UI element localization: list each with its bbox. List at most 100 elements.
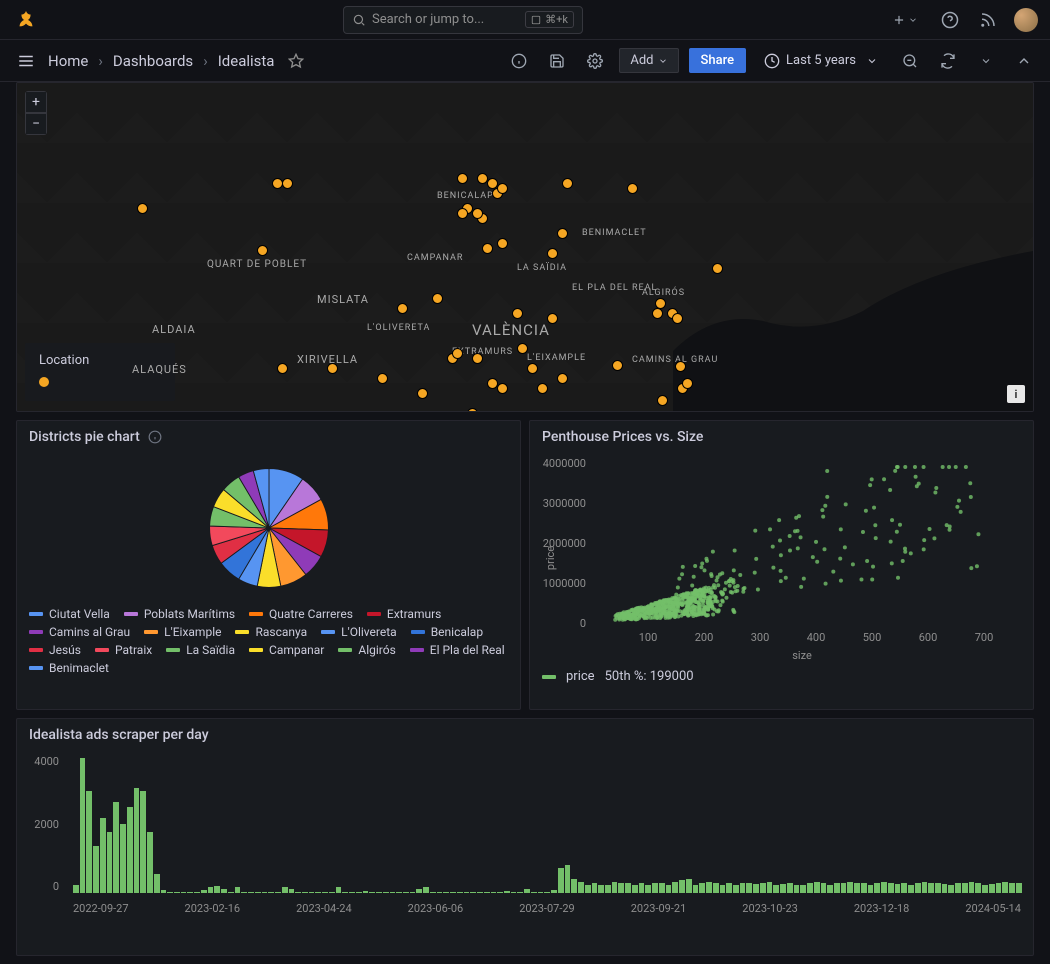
bar[interactable]	[551, 890, 557, 893]
bar[interactable]	[693, 885, 699, 893]
bar[interactable]	[652, 883, 658, 893]
bar[interactable]	[174, 892, 180, 893]
bar[interactable]	[491, 892, 497, 893]
legend-item[interactable]: Poblats Marítims	[124, 607, 235, 621]
bar[interactable]	[713, 883, 719, 893]
bar[interactable]	[437, 892, 443, 893]
star-icon[interactable]	[288, 53, 304, 69]
map-point[interactable]	[712, 263, 723, 274]
create-menu[interactable]	[886, 11, 924, 29]
legend-item[interactable]: El Pla del Real	[410, 643, 505, 657]
bar[interactable]	[255, 892, 261, 893]
bar[interactable]	[134, 788, 140, 893]
bar[interactable]	[592, 883, 598, 893]
bar[interactable]	[517, 892, 523, 893]
legend-item[interactable]: Patraix	[95, 643, 152, 657]
bar[interactable]	[565, 865, 571, 893]
bar[interactable]	[807, 883, 813, 893]
bar[interactable]	[187, 892, 193, 893]
bar[interactable]	[167, 892, 173, 893]
bar[interactable]	[996, 883, 1002, 893]
bar[interactable]	[235, 887, 241, 893]
map-point[interactable]	[327, 363, 338, 374]
bar[interactable]	[773, 885, 779, 893]
panel-info-icon[interactable]	[505, 47, 533, 75]
map-point[interactable]	[457, 208, 468, 219]
bar[interactable]	[295, 892, 301, 893]
bar[interactable]	[645, 885, 651, 893]
search-input[interactable]: Search or jump to... ⌘+k	[343, 6, 583, 34]
bar[interactable]	[827, 885, 833, 893]
bar[interactable]	[127, 807, 133, 893]
bar[interactable]	[935, 883, 941, 893]
bar[interactable]	[201, 890, 207, 893]
bar[interactable]	[760, 883, 766, 893]
map-point[interactable]	[557, 373, 568, 384]
map-point[interactable]	[452, 348, 463, 359]
bar[interactable]	[1009, 883, 1015, 893]
news-icon[interactable]	[976, 8, 1000, 32]
bar[interactable]	[841, 883, 847, 893]
bar[interactable]	[928, 883, 934, 893]
bar[interactable]	[800, 885, 806, 893]
bar[interactable]	[659, 883, 665, 893]
bar[interactable]	[484, 892, 490, 893]
bar[interactable]	[531, 892, 537, 893]
zoom-out[interactable]: −	[25, 113, 47, 135]
bar[interactable]	[538, 892, 544, 893]
map-point[interactable]	[377, 373, 388, 384]
map-point[interactable]	[482, 243, 493, 254]
user-avatar[interactable]	[1014, 8, 1038, 32]
bar[interactable]	[922, 882, 928, 893]
map-point[interactable]	[672, 313, 683, 324]
bar[interactable]	[181, 892, 187, 893]
bar[interactable]	[80, 758, 86, 893]
map-point[interactable]	[417, 388, 428, 399]
bar[interactable]	[989, 884, 995, 893]
bar[interactable]	[107, 832, 113, 893]
crumb-dashboards[interactable]: Dashboards	[113, 52, 193, 70]
bar[interactable]	[275, 892, 281, 893]
zoom-out-icon[interactable]	[896, 47, 924, 75]
legend-item[interactable]: Benimaclet	[29, 661, 109, 675]
bar[interactable]	[847, 882, 853, 893]
map-point[interactable]	[657, 395, 668, 406]
map-point[interactable]	[562, 178, 573, 189]
crumb-home[interactable]: Home	[48, 52, 88, 70]
bar[interactable]	[423, 887, 429, 893]
bar[interactable]	[901, 883, 907, 893]
bar[interactable]	[578, 882, 584, 893]
map[interactable]: + − Location i VALÈNCIAMislataXirivellaA…	[17, 83, 1033, 411]
bar[interactable]	[733, 885, 739, 893]
bar[interactable]	[497, 892, 503, 893]
bar[interactable]	[605, 885, 611, 893]
bar[interactable]	[100, 818, 106, 893]
bar[interactable]	[140, 791, 146, 893]
bar[interactable]	[975, 883, 981, 893]
bar[interactable]	[450, 892, 456, 893]
bar[interactable]	[861, 883, 867, 893]
legend-item[interactable]: L'Olivereta	[321, 625, 397, 639]
bar[interactable]	[780, 884, 786, 893]
bar[interactable]	[228, 892, 234, 893]
bar[interactable]	[666, 885, 672, 893]
time-picker[interactable]: Last 5 years	[756, 49, 886, 73]
refresh-dropdown[interactable]	[972, 47, 1000, 75]
map-point[interactable]	[512, 308, 523, 319]
map-point[interactable]	[257, 245, 268, 256]
map-point[interactable]	[497, 238, 508, 249]
bar[interactable]	[955, 883, 961, 893]
bar[interactable]	[834, 883, 840, 893]
bar[interactable]	[93, 846, 99, 893]
legend-item[interactable]: Camins al Grau	[29, 625, 130, 639]
bar[interactable]	[73, 885, 79, 893]
bar[interactable]	[342, 892, 348, 893]
map-point[interactable]	[472, 353, 483, 364]
map-point[interactable]	[487, 378, 498, 389]
map-point[interactable]	[652, 308, 663, 319]
map-point[interactable]	[472, 208, 483, 219]
map-point[interactable]	[467, 408, 478, 412]
bar[interactable]	[558, 868, 564, 893]
bar[interactable]	[672, 882, 678, 893]
bar[interactable]	[639, 883, 645, 893]
